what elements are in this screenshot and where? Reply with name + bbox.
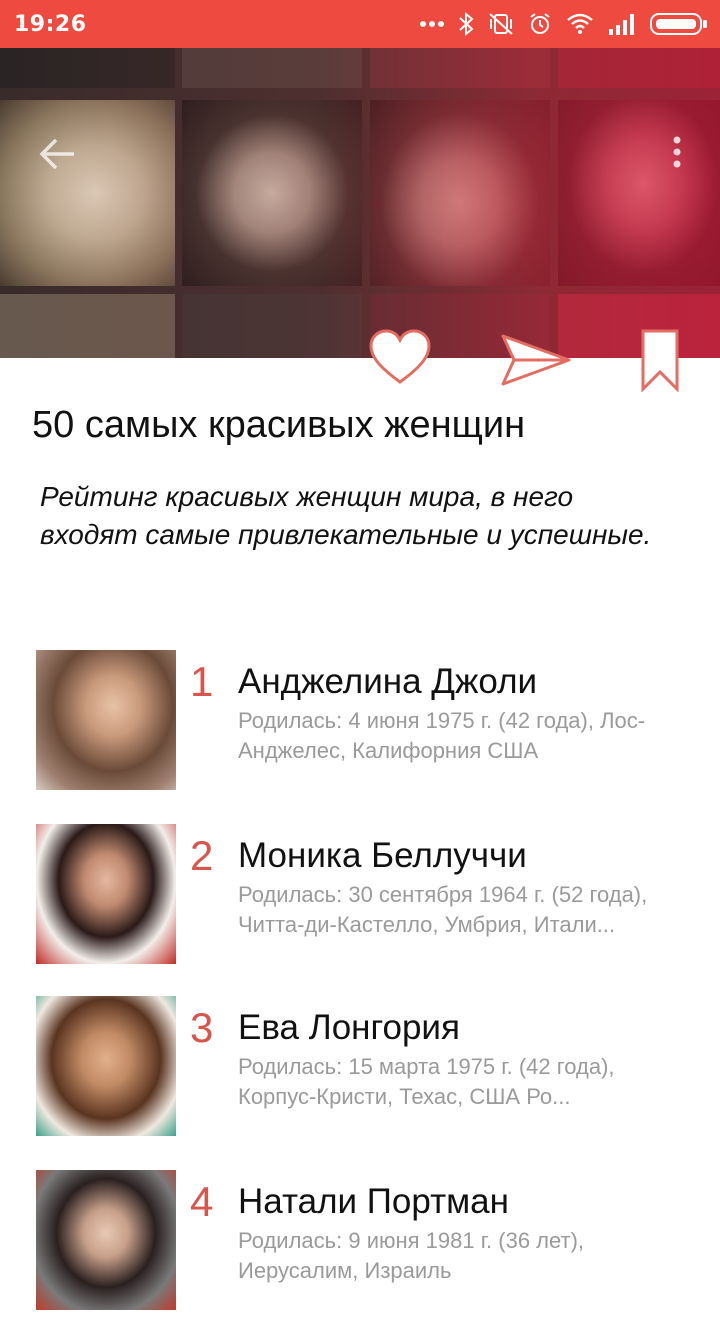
- rank-number: 4: [190, 1178, 214, 1225]
- person-description: Родилась: 9 июня 1981 г. (36 лет), Иерус…: [238, 1228, 585, 1283]
- heart-outline-icon: [368, 329, 432, 390]
- more-vertical-icon: [665, 136, 689, 176]
- list-item[interactable]: 3 Ева Лонгория Родилась: 15 марта 1975 г…: [0, 996, 720, 1146]
- list-item[interactable]: 4 Натали Портман Родилась: 9 июня 1981 г…: [0, 1170, 720, 1320]
- person-description: Родилась: 4 июня 1975 г. (42 года), Лос-…: [238, 708, 646, 763]
- vibrate-off-icon: [488, 12, 514, 36]
- status-icons: [420, 12, 708, 36]
- person-name: Моника Беллуччи: [238, 836, 527, 875]
- person-photo: [36, 996, 176, 1136]
- hero-image: [0, 48, 720, 358]
- status-bar: 19:26: [0, 0, 720, 48]
- more-menu-button[interactable]: [665, 132, 689, 172]
- person-photo: [36, 650, 176, 790]
- list-item[interactable]: 2 Моника Беллуччи Родилась: 30 сентября …: [0, 824, 720, 974]
- rank-number: 2: [190, 832, 214, 879]
- battery-icon: [650, 12, 708, 36]
- rank-number: 1: [190, 658, 214, 705]
- wifi-icon: [566, 13, 594, 35]
- article-title: 50 самых красивых женщин: [32, 404, 526, 446]
- person-photo: [36, 1170, 176, 1310]
- list-item[interactable]: 1 Анджелина Джоли Родилась: 4 июня 1975 …: [0, 650, 720, 800]
- person-name: Анджелина Джоли: [238, 662, 538, 701]
- bookmark-outline-icon: [640, 329, 680, 396]
- person-name: Натали Портман: [238, 1182, 509, 1221]
- alarm-icon: [528, 12, 552, 36]
- like-button[interactable]: [368, 328, 432, 386]
- signal-icon: [608, 13, 636, 35]
- more-dots-icon: [420, 20, 444, 28]
- send-icon: [500, 334, 572, 392]
- person-description: Родилась: 30 сентября 1964 г. (52 года),…: [238, 882, 648, 937]
- person-name: Ева Лонгория: [238, 1008, 460, 1047]
- bookmark-button[interactable]: [640, 328, 680, 393]
- arrow-left-icon: [38, 138, 78, 178]
- rank-number: 3: [190, 1004, 214, 1051]
- person-description: Родилась: 15 марта 1975 г. (42 года), Ко…: [238, 1054, 615, 1109]
- back-button[interactable]: [38, 134, 78, 174]
- article-subtitle: Рейтинг красивых женщин мира, в него вхо…: [40, 481, 652, 550]
- person-photo: [36, 824, 176, 964]
- hero-tint: [0, 48, 720, 358]
- status-time: 19:26: [14, 11, 87, 37]
- share-button[interactable]: [500, 332, 572, 388]
- bluetooth-icon: [458, 12, 474, 36]
